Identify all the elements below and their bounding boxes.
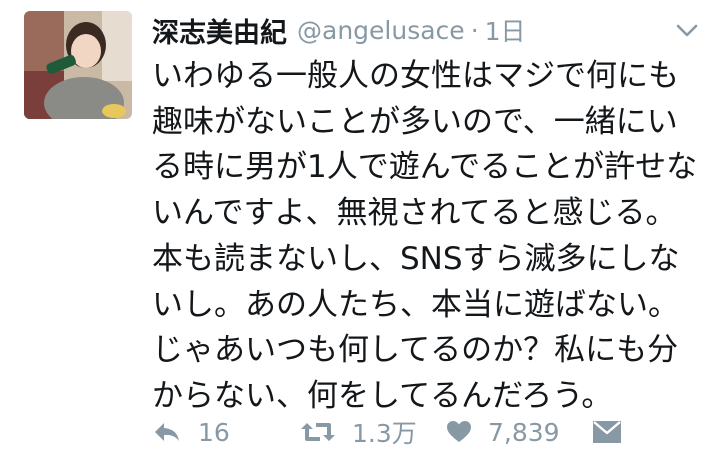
retweet-count: 1.3万 — [352, 419, 417, 448]
user-handle[interactable]: @angelusace — [297, 16, 465, 45]
timestamp[interactable]: 1日 — [485, 12, 526, 48]
tweet-header: 深志美由紀 @angelusace · 1日 — [152, 8, 700, 52]
like-count: 7,839 — [488, 417, 560, 447]
tweet-actions: 16 1.3万 7,839 — [152, 412, 672, 452]
direct-message-button[interactable] — [592, 412, 622, 452]
retweet-button[interactable]: 1.3万 — [300, 412, 417, 452]
avatar[interactable] — [24, 11, 132, 119]
avatar-image — [24, 11, 132, 119]
separator-dot: · — [470, 15, 479, 45]
chevron-down-icon[interactable] — [674, 18, 700, 44]
reply-icon — [152, 420, 182, 444]
like-button[interactable]: 7,839 — [446, 412, 560, 452]
retweet-icon — [300, 419, 336, 445]
tweet-text: いわゆる一般人の女性はマジで何にも趣味がないことが多いので、一緒にいる時に男が1… — [152, 58, 698, 414]
heart-icon — [446, 420, 472, 444]
reply-button[interactable]: 16 — [152, 412, 230, 452]
display-name[interactable]: 深志美由紀 — [152, 11, 287, 50]
envelope-icon — [592, 420, 622, 444]
reply-count: 16 — [198, 417, 230, 447]
